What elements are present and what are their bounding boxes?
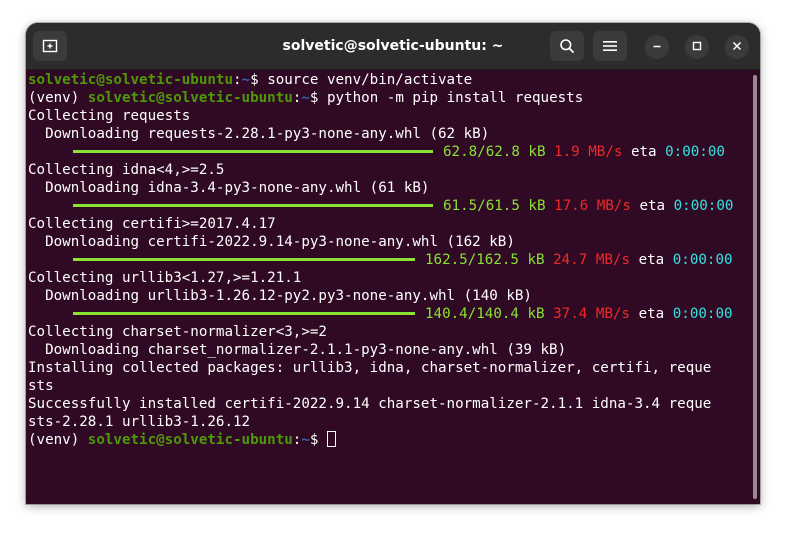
output-line: sts-2.28.1 urllib3-1.26.12 bbox=[28, 414, 251, 430]
search-button[interactable] bbox=[550, 31, 584, 61]
progress-size: 162.5/162.5 kB bbox=[425, 252, 545, 268]
command-text: python -m pip install requests bbox=[326, 90, 584, 106]
new-tab-button[interactable] bbox=[33, 31, 67, 61]
progress-speed: 17.6 MB/s bbox=[554, 198, 631, 214]
output-line: Collecting urllib3<1.27,>=1.21.1 bbox=[28, 270, 302, 286]
progress-speed: 1.9 MB/s bbox=[554, 144, 623, 160]
progress-eta-label: eta bbox=[638, 252, 665, 268]
output-line: Collecting requests bbox=[28, 108, 191, 124]
prompt-user-host: solvetic@solvetic-ubuntu bbox=[87, 90, 293, 106]
prompt-user-host: solvetic@solvetic-ubuntu bbox=[87, 432, 293, 448]
prompt-user-host: solvetic@solvetic-ubuntu bbox=[28, 72, 233, 88]
progress-eta: 0:00:00 bbox=[672, 306, 733, 322]
output-line: Successfully installed certifi-2022.9.14… bbox=[28, 396, 712, 412]
progress-bar bbox=[73, 257, 415, 261]
close-button[interactable] bbox=[725, 35, 749, 59]
prompt-path: ~ bbox=[241, 72, 251, 88]
title-bar[interactable]: solvetic@solvetic-ubuntu: ~ bbox=[26, 23, 760, 70]
output-line: sts bbox=[28, 378, 54, 394]
terminal-output[interactable]: solvetic@solvetic-ubuntu:~$ source venv/… bbox=[28, 71, 748, 501]
prompt-symbol: $ bbox=[309, 90, 319, 106]
output-line: Downloading certifi-2022.9.14-py3-none-a… bbox=[28, 234, 515, 250]
text-cursor bbox=[326, 431, 336, 447]
prompt-separator: : bbox=[233, 72, 242, 88]
progress-bar bbox=[73, 311, 415, 315]
progress-line: 162.5/162.5 kB 24.7 MB/s eta 0:00:00 bbox=[28, 251, 748, 269]
progress-bar bbox=[73, 203, 433, 207]
output-line: Downloading urllib3-1.26.12-py2.py3-none… bbox=[28, 288, 532, 304]
progress-eta: 0:00:00 bbox=[672, 252, 733, 268]
progress-bar bbox=[73, 149, 433, 153]
progress-line: 61.5/61.5 kB 17.6 MB/s eta 0:00:00 bbox=[28, 197, 748, 215]
search-icon bbox=[559, 38, 575, 54]
progress-line: 140.4/140.4 kB 37.4 MB/s eta 0:00:00 bbox=[28, 305, 748, 323]
progress-size: 140.4/140.4 kB bbox=[425, 306, 545, 322]
prompt-path: ~ bbox=[301, 432, 310, 448]
prompt-symbol: $ bbox=[250, 72, 259, 88]
output-line: Collecting idna<4,>=2.5 bbox=[28, 162, 225, 178]
progress-eta: 0:00:00 bbox=[665, 144, 725, 160]
maximize-button[interactable] bbox=[685, 35, 709, 59]
output-line: Installing collected packages: urllib3, … bbox=[28, 360, 712, 376]
new-tab-icon bbox=[42, 38, 58, 54]
venv-indicator: (venv) bbox=[28, 432, 88, 448]
progress-eta: 0:00:00 bbox=[673, 198, 734, 214]
command-text: source venv/bin/activate bbox=[267, 72, 473, 88]
prompt-line: (venv) solvetic@solvetic-ubuntu:~$ pytho… bbox=[28, 89, 748, 107]
progress-speed: 24.7 MB/s bbox=[553, 252, 631, 268]
output-line: Downloading charset_normalizer-2.1.1-py3… bbox=[28, 342, 567, 358]
scrollbar[interactable] bbox=[753, 75, 757, 499]
terminal-window: solvetic@solvetic-ubuntu: ~ solvetic@sol… bbox=[26, 23, 760, 504]
prompt-path: ~ bbox=[301, 90, 310, 106]
progress-eta-label: eta bbox=[638, 306, 665, 322]
progress-size: 61.5/61.5 kB bbox=[443, 198, 546, 214]
output-line: Collecting certifi>=2017.4.17 bbox=[28, 216, 276, 232]
progress-line: 62.8/62.8 kB 1.9 MB/s eta 0:00:00 bbox=[28, 143, 748, 161]
progress-eta-label: eta bbox=[639, 198, 666, 214]
progress-speed: 37.4 MB/s bbox=[553, 306, 631, 322]
minimize-icon bbox=[652, 38, 662, 56]
prompt-line: solvetic@solvetic-ubuntu:~$ source venv/… bbox=[28, 71, 748, 89]
hamburger-menu-icon bbox=[603, 40, 617, 52]
output-line: Collecting charset-normalizer<3,>=2 bbox=[28, 324, 327, 340]
progress-eta-label: eta bbox=[630, 144, 657, 160]
close-icon bbox=[732, 38, 742, 56]
venv-indicator: (venv) bbox=[28, 90, 88, 106]
maximize-icon bbox=[692, 38, 702, 56]
minimize-button[interactable] bbox=[645, 35, 669, 59]
menu-button[interactable] bbox=[593, 31, 627, 61]
output-line: Downloading idna-3.4-py3-none-any.whl (6… bbox=[28, 180, 430, 196]
output-line: Downloading requests-2.28.1-py3-none-any… bbox=[28, 126, 490, 142]
progress-size: 62.8/62.8 kB bbox=[443, 144, 546, 160]
prompt-symbol: $ bbox=[309, 432, 319, 448]
prompt-line: (venv) solvetic@solvetic-ubuntu:~$ bbox=[28, 431, 748, 449]
